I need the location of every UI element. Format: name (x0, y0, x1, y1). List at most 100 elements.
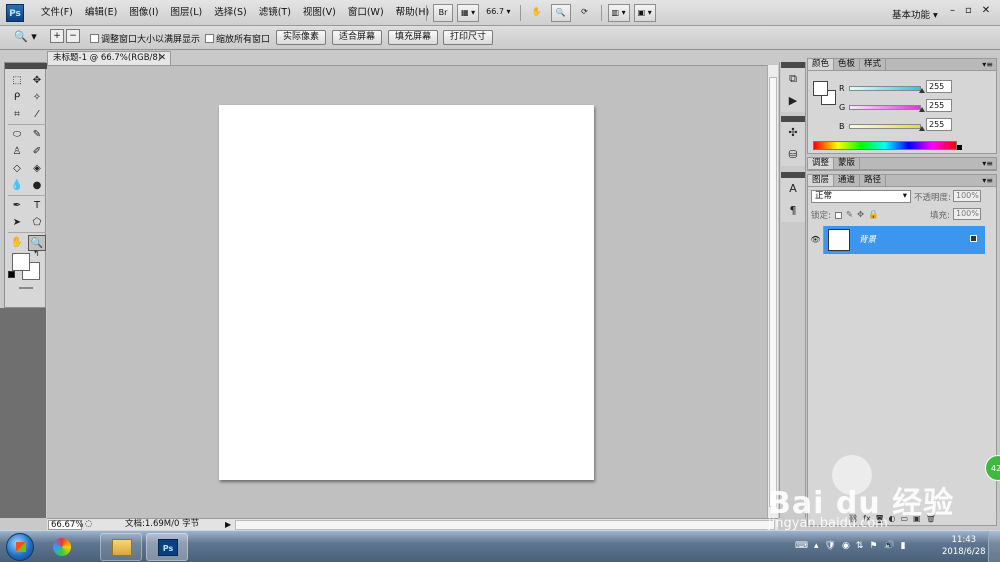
tab-masks[interactable]: 蒙版 (834, 158, 861, 169)
layer-row[interactable]: 👁 背景 (808, 226, 985, 254)
slider-r-thumb[interactable] (919, 88, 925, 93)
slider-g-value[interactable]: 255 (926, 99, 952, 112)
lock-pixels-icon[interactable]: ✎ (846, 210, 853, 220)
show-desktop-button[interactable] (988, 531, 1000, 562)
workspace-switcher[interactable]: 基本功能 ▾ (892, 7, 938, 21)
minimize-icon[interactable]: – (950, 5, 955, 16)
opacity-field[interactable]: 100% (953, 190, 981, 202)
default-colors-icon[interactable] (8, 271, 15, 278)
tab-adjustments[interactable]: 调整 (808, 158, 835, 169)
menu-filter[interactable]: 滤镜(T) (253, 6, 297, 20)
print-size-button[interactable]: 打印尺寸 (443, 30, 494, 45)
taskbar-explorer[interactable] (100, 533, 142, 561)
eyedropper-tool-icon[interactable]: ⁄ (28, 107, 46, 123)
magic-wand-tool-icon[interactable]: ✧ (28, 90, 46, 106)
horizontal-scrollbar[interactable] (235, 520, 775, 530)
hand-tool-icon[interactable]: ✋ (8, 235, 26, 251)
eraser-tool-icon[interactable]: ◇ (8, 161, 26, 177)
tab-styles[interactable]: 样式 (860, 59, 887, 70)
marquee-tool-icon[interactable]: ⬚ (8, 73, 26, 89)
visibility-eye-icon[interactable]: 👁 (808, 226, 824, 254)
tab-layers[interactable]: 图层 (808, 175, 835, 186)
slider-r-track[interactable] (849, 85, 921, 91)
type-tool-icon[interactable]: T (28, 198, 46, 214)
dodge-tool-icon[interactable]: ● (28, 178, 46, 194)
zoom-tool-icon[interactable]: 🔍 (550, 4, 571, 22)
slider-g-track[interactable] (849, 104, 921, 110)
slider-g[interactable]: G 255 (839, 99, 952, 113)
menu-image[interactable]: 图像(I) (123, 6, 164, 20)
blend-mode-select[interactable]: 正常 ▾ (811, 190, 911, 203)
tool-preset-picker[interactable]: 🔍 ▾ (14, 30, 37, 43)
lock-all-icon[interactable]: 🔒 (868, 210, 879, 220)
panel-menu-icon[interactable]: ▾≡ (982, 175, 993, 186)
shape-tool-icon[interactable]: ⬠ (28, 215, 46, 231)
color-spectrum-bar[interactable] (813, 141, 957, 150)
history-panel-icon[interactable]: ⧉ (781, 68, 805, 90)
path-selection-tool-icon[interactable]: ➤ (8, 215, 26, 231)
slider-b[interactable]: B 255 (839, 118, 952, 132)
close-icon[interactable]: ✕ (982, 5, 990, 16)
paragraph-panel-icon[interactable]: ¶ (781, 200, 805, 222)
taskbar-app-1[interactable] (42, 533, 82, 561)
status-arrow-icon[interactable]: ▶ (225, 520, 231, 529)
tab-paths[interactable]: 路径 (860, 175, 887, 186)
clone-source-panel-icon[interactable]: ⛁ (781, 144, 805, 166)
signal-icon[interactable]: ▮ (901, 541, 906, 551)
panel-menu-icon[interactable]: ▾≡ (982, 59, 993, 70)
zoom-level-dropdown[interactable]: 66.7 ▾ (483, 4, 513, 22)
security-icon[interactable]: ◉ (842, 541, 850, 551)
fill-field[interactable]: 100% (953, 208, 981, 220)
clock[interactable]: 11:43 2018/6/28 (942, 534, 986, 558)
zoom-in-icon[interactable]: + (50, 29, 64, 43)
shield-icon[interactable]: 🛡 (825, 541, 836, 551)
vertical-scroll-thumb[interactable] (769, 77, 777, 507)
photoshop-logo[interactable]: Ps (6, 4, 24, 22)
blur-tool-icon[interactable]: 💧 (8, 178, 26, 194)
swap-colors-icon[interactable]: ↰ (33, 249, 40, 258)
foreground-color-swatch[interactable] (12, 253, 30, 271)
menu-file[interactable]: 文件(F) (35, 6, 79, 20)
menu-select[interactable]: 选择(S) (208, 6, 252, 20)
actions-panel-icon[interactable]: ▶ (781, 90, 805, 112)
layer-name[interactable]: 背景 (859, 226, 876, 254)
clone-stamp-tool-icon[interactable]: ♙ (8, 144, 26, 160)
history-brush-tool-icon[interactable]: ✐ (28, 144, 46, 160)
lock-position-icon[interactable]: ✥ (857, 210, 864, 220)
fill-screen-button[interactable]: 填充屏幕 (388, 30, 439, 45)
tab-swatches[interactable]: 色板 (834, 59, 861, 70)
brush-tool-icon[interactable]: ✎ (28, 127, 46, 143)
panel-menu-icon[interactable]: ▾≡ (982, 158, 993, 169)
resize-windows-option[interactable]: 调整窗口大小以满屏显示 (90, 32, 200, 45)
network-icon[interactable]: ⇅ (856, 541, 864, 551)
vertical-scrollbar[interactable] (767, 65, 778, 518)
actual-pixels-button[interactable]: 实际像素 (276, 30, 327, 45)
zoom-percent-field[interactable]: 66.67% (48, 520, 83, 530)
canvas[interactable] (219, 105, 594, 480)
bridge-button[interactable]: Br (433, 4, 453, 22)
slider-r[interactable]: R 255 (839, 80, 952, 94)
resize-windows-checkbox[interactable] (90, 34, 99, 43)
foreground-color-swatch[interactable] (813, 81, 828, 96)
keyboard-icon[interactable]: ⌨ (795, 541, 808, 551)
paint-bucket-tool-icon[interactable]: ◈ (28, 161, 46, 177)
arrange-documents-button[interactable]: ▥ ▾ (607, 4, 630, 22)
slider-b-track[interactable] (849, 123, 921, 129)
restore-icon[interactable]: ▫ (965, 5, 972, 16)
slider-r-value[interactable]: 255 (926, 80, 952, 93)
zoom-all-checkbox[interactable] (205, 34, 214, 43)
fit-screen-button[interactable]: 适合屏幕 (332, 30, 383, 45)
panel-grip[interactable] (5, 63, 47, 69)
document-tab[interactable]: 未标题-1 @ 66.7%(RGB/8) ✕ (47, 51, 171, 65)
layer-thumbnail[interactable] (828, 229, 850, 251)
move-tool-icon[interactable]: ✥ (28, 73, 46, 89)
character-panel-icon[interactable]: A (781, 178, 805, 200)
spot-healing-tool-icon[interactable]: ⬭ (8, 127, 26, 143)
tab-color[interactable]: 颜色 (808, 59, 835, 70)
close-document-icon[interactable]: ✕ (158, 52, 166, 65)
taskbar-photoshop[interactable]: Ps (146, 533, 188, 561)
expand-tray-icon[interactable]: ▴ (814, 541, 819, 551)
spectrum-black-swatch[interactable] (957, 145, 962, 150)
menu-edit[interactable]: 编辑(E) (79, 6, 123, 20)
tab-channels[interactable]: 通道 (834, 175, 861, 186)
